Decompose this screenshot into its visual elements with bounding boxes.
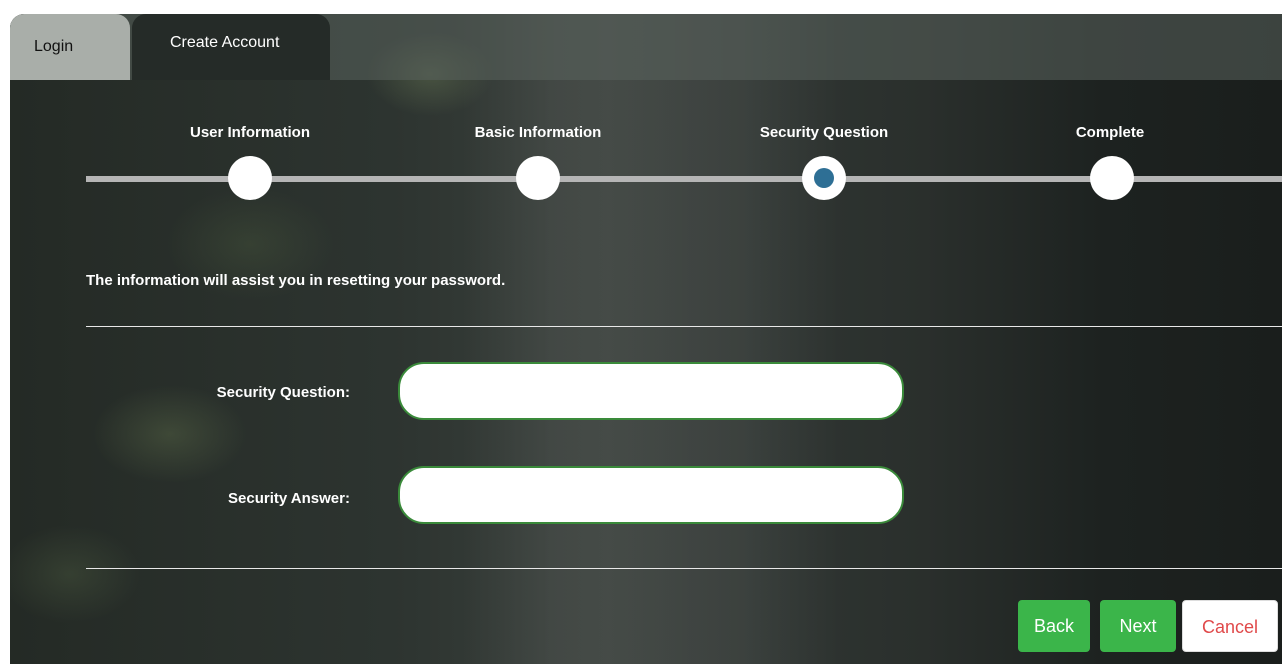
create-account-panel: Login Create Account User Information Ba… xyxy=(10,14,1282,664)
step-dot-security-question xyxy=(802,156,846,200)
info-text: The information will assist you in reset… xyxy=(86,272,506,289)
tab-login-label: Login xyxy=(34,38,74,55)
security-question-input[interactable] xyxy=(398,362,904,420)
divider-bottom xyxy=(86,568,1282,569)
security-answer-label: Security Answer: xyxy=(228,490,350,507)
tab-bar: Login Create Account xyxy=(10,14,1282,80)
step-dot-basic-information xyxy=(516,156,560,200)
step-dot-complete xyxy=(1090,156,1134,200)
tab-create-account[interactable]: Create Account xyxy=(132,14,330,80)
background-image xyxy=(460,14,840,664)
tab-login[interactable]: Login xyxy=(10,14,130,80)
security-answer-input[interactable] xyxy=(398,466,904,524)
step-label-complete: Complete xyxy=(1075,124,1145,141)
step-dot-user-information xyxy=(228,156,272,200)
step-label-basic-information: Basic Information xyxy=(474,124,602,141)
divider-top xyxy=(86,326,1282,327)
next-button[interactable]: Next xyxy=(1100,600,1176,652)
cancel-button[interactable]: Cancel xyxy=(1182,600,1278,652)
tab-create-account-label: Create Account xyxy=(170,34,280,51)
step-label-user-information: User Information xyxy=(189,124,310,141)
back-button[interactable]: Back xyxy=(1018,600,1090,652)
security-question-label: Security Question: xyxy=(216,384,350,401)
step-label-security-question: Security Question xyxy=(759,124,889,141)
